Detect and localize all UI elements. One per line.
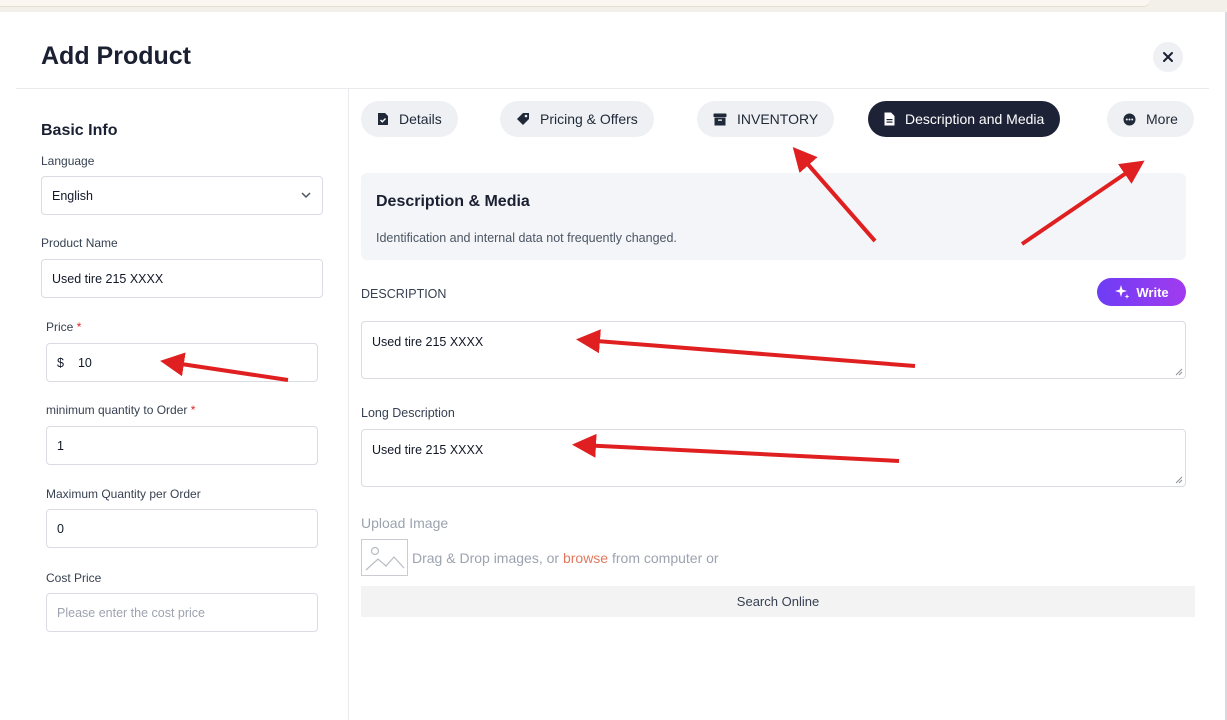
max-quantity-input[interactable]: 0 bbox=[46, 509, 318, 548]
max-quantity-value: 0 bbox=[57, 521, 64, 536]
resize-handle-icon[interactable] bbox=[1175, 476, 1183, 484]
product-name-label: Product Name bbox=[41, 236, 118, 250]
browser-top-strip bbox=[0, 0, 1227, 12]
language-select[interactable]: English bbox=[41, 176, 323, 215]
tab-details-label: Details bbox=[399, 111, 442, 127]
close-icon bbox=[1163, 52, 1173, 62]
sparkles-icon bbox=[1115, 285, 1130, 299]
section-title: Description & Media bbox=[376, 193, 530, 210]
min-quantity-value: 1 bbox=[57, 438, 64, 453]
image-placeholder-icon bbox=[361, 539, 408, 576]
tab-more-label: More bbox=[1146, 111, 1178, 127]
modal-title: Add Product bbox=[41, 42, 191, 70]
tab-description-media[interactable]: Description and Media bbox=[868, 101, 1061, 137]
header-divider bbox=[16, 88, 1209, 89]
cost-price-label: Cost Price bbox=[46, 571, 102, 585]
cost-price-placeholder: Please enter the cost price bbox=[57, 605, 205, 620]
long-description-textarea[interactable]: Used tire 215 XXXX bbox=[361, 429, 1186, 487]
ai-write-button[interactable]: Write bbox=[1097, 278, 1186, 306]
tab-details[interactable]: Details bbox=[361, 101, 458, 137]
tab-inventory-label: INVENTORY bbox=[737, 111, 819, 127]
long-description-label: Long Description bbox=[361, 406, 455, 420]
price-value: 10 bbox=[77, 355, 92, 370]
close-button[interactable] bbox=[1153, 42, 1183, 72]
section-info-box: Description & Media Identification and i… bbox=[361, 173, 1186, 260]
product-name-value: Used tire 215 XXXX bbox=[52, 271, 164, 286]
tab-pricing-offers-label: Pricing & Offers bbox=[540, 111, 638, 127]
basic-info-title: Basic Info bbox=[41, 122, 118, 139]
cost-price-input[interactable]: Please enter the cost price bbox=[46, 593, 318, 632]
archive-box-icon bbox=[713, 113, 727, 125]
search-online-button[interactable]: Search Online bbox=[361, 586, 1195, 617]
tab-description-media-label: Description and Media bbox=[905, 111, 1045, 127]
language-label: Language bbox=[41, 154, 95, 168]
section-subtitle: Identification and internal data not fre… bbox=[376, 231, 677, 245]
product-name-input[interactable]: Used tire 215 XXXX bbox=[41, 259, 323, 298]
file-check-icon bbox=[378, 113, 388, 125]
tab-more[interactable]: More bbox=[1107, 101, 1194, 137]
chevron-down-icon bbox=[301, 192, 311, 199]
language-value: English bbox=[52, 188, 93, 203]
tab-inventory[interactable]: INVENTORY bbox=[697, 101, 835, 137]
document-icon bbox=[884, 112, 895, 126]
drop-zone-text[interactable]: Drag & Drop images, or browse from compu… bbox=[412, 550, 719, 566]
browse-link[interactable]: browse bbox=[563, 550, 608, 566]
min-quantity-label: minimum quantity to Order * bbox=[46, 403, 196, 417]
long-description-value: Used tire 215 XXXX bbox=[372, 443, 484, 457]
tab-pricing-offers[interactable]: Pricing & Offers bbox=[500, 101, 654, 137]
add-product-modal: Add Product Basic Info Language English … bbox=[0, 12, 1225, 720]
more-dots-icon bbox=[1123, 113, 1136, 125]
price-label: Price * bbox=[46, 320, 82, 334]
description-textarea[interactable]: Used tire 215 XXXX bbox=[361, 321, 1186, 379]
min-quantity-input[interactable]: 1 bbox=[46, 426, 318, 465]
column-divider bbox=[348, 89, 349, 720]
currency-symbol: $ bbox=[57, 355, 64, 370]
resize-handle-icon[interactable] bbox=[1175, 368, 1183, 376]
description-label: DESCRIPTION bbox=[361, 287, 447, 301]
ai-write-label: Write bbox=[1136, 284, 1169, 300]
max-quantity-label: Maximum Quantity per Order bbox=[46, 487, 201, 501]
price-input[interactable]: $ 10 bbox=[46, 343, 318, 382]
tag-icon bbox=[517, 113, 529, 125]
description-value: Used tire 215 XXXX bbox=[372, 335, 484, 349]
upload-image-label: Upload Image bbox=[361, 515, 449, 531]
